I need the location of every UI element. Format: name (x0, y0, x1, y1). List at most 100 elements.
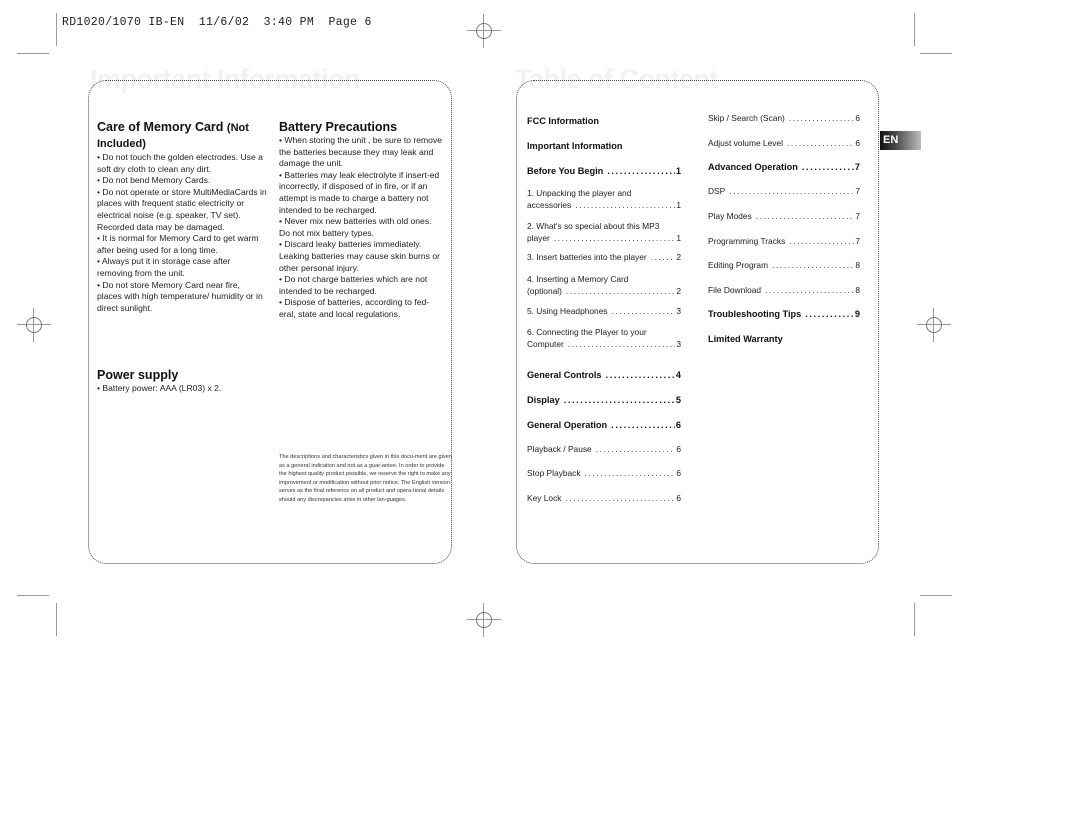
toc-entry-label: Editing Program (708, 260, 769, 270)
toc-entry[interactable]: 2. What's so special about this MP3 playe… (527, 220, 681, 243)
toc-page-number: 3 (676, 306, 681, 316)
toc-leader-dots: ........................................… (786, 138, 854, 148)
crop-mark (920, 595, 952, 596)
toc-entry-label: Play Modes (708, 211, 752, 221)
toc-entry[interactable]: Limited Warranty (708, 334, 860, 344)
crop-mark (914, 603, 915, 636)
toc-leader-dots: ........................................… (575, 199, 675, 210)
language-tab-en: EN (880, 131, 921, 150)
toc-entry-row: DSP.....................................… (708, 186, 860, 196)
toc-page-number: 3 (676, 338, 681, 349)
toc-entry[interactable]: Playback / Pause........................… (527, 444, 681, 454)
toc-entry-row: General Operation.......................… (527, 420, 681, 430)
battery-precautions-section: Battery Precautions • When storing the u… (279, 120, 443, 321)
toc-entry[interactable]: 5. Using Headphones.....................… (527, 306, 681, 316)
toc-page-number: 5 (675, 395, 681, 405)
print-slug: RD1020/1070 IB-EN 11/6/02 3:40 PM Page 6 (62, 16, 372, 29)
toc-entry[interactable]: Editing Program.........................… (708, 260, 860, 270)
toc-entry[interactable]: Important Information (527, 141, 681, 151)
toc-entry-row: Key Lock................................… (527, 493, 681, 503)
power-supply-section: Power supply • Battery power: AAA (LR03)… (97, 368, 267, 393)
toc-entry-row: Display.................................… (527, 395, 681, 405)
toc-entry-label: Limited Warranty (708, 334, 783, 344)
toc-entry-label: File Download (708, 285, 762, 295)
section-body: • Do not touch the golden electrodes. Us… (97, 152, 267, 313)
toc-leader-dots: ........................................… (789, 236, 854, 246)
toc-entry-first-line: 4. Inserting a Memory Card (527, 274, 629, 284)
toc-entry[interactable]: Adjust volume Level.....................… (708, 138, 860, 148)
toc-leader-dots: ........................................… (565, 493, 676, 503)
toc-entry-first-line: 2. What's so special about this MP3 (527, 221, 660, 231)
toc-entry-label: Computer (527, 338, 564, 349)
toc-page-number: 4 (675, 370, 681, 380)
toc-entry[interactable]: 1. Unpacking the player and accessories..… (527, 187, 681, 210)
toc-page-number: 6 (855, 113, 860, 123)
toc-entry-label: accessories (527, 199, 572, 210)
toc-leader-dots: ........................................… (607, 166, 675, 176)
registration-mark-icon (467, 603, 501, 637)
toc-entry-label: Programming Tracks (708, 236, 786, 246)
toc-entry-row: File Download...........................… (708, 285, 860, 295)
toc-entry-row: Play Modes..............................… (708, 211, 860, 221)
toc-page-number: 7 (855, 186, 860, 196)
toc-leader-dots: ........................................… (567, 338, 676, 349)
toc-entry[interactable]: Stop Playback...........................… (527, 468, 681, 478)
toc-entry-row: Editing Program.........................… (708, 260, 860, 270)
toc-entry[interactable]: DSP.....................................… (708, 186, 860, 196)
toc-entry[interactable]: General Operation.......................… (527, 420, 681, 430)
toc-page-number: 6 (676, 444, 681, 454)
crop-mark (920, 53, 952, 54)
toc-entry-row: FCC Information (527, 116, 681, 126)
toc-entry[interactable]: Key Lock................................… (527, 493, 681, 503)
section-body: • Battery power: AAA (LR03) x 2. (97, 383, 222, 393)
toc-entry-label: General Controls (527, 370, 602, 380)
toc-leader-dots: ........................................… (755, 211, 855, 221)
toc-entry-row: (optional)..............................… (527, 286, 681, 296)
toc-entry-row: Troubleshooting Tips....................… (708, 309, 860, 319)
toc-entry-label: Important Information (527, 141, 623, 151)
toc-entry[interactable]: 3. Insert batteries into the player.....… (527, 252, 681, 262)
toc-entry[interactable]: Programming Tracks......................… (708, 236, 860, 246)
toc-entry[interactable]: 4. Inserting a Memory Card (optional)....… (527, 273, 681, 296)
toc-entry-row: Skip / Search (Scan)....................… (708, 113, 860, 123)
registration-mark-icon (467, 14, 501, 48)
toc-entry-row: accessories.............................… (527, 200, 681, 210)
toc-entry[interactable]: Advanced Operation......................… (708, 162, 860, 172)
toc-leader-dots: ........................................… (772, 260, 855, 270)
toc-entry[interactable]: Display.................................… (527, 395, 681, 405)
toc-entry[interactable]: Skip / Search (Scan)....................… (708, 113, 860, 123)
toc-leader-dots: ........................................… (801, 162, 854, 172)
toc-entry-label: FCC Information (527, 116, 599, 126)
toc-entry[interactable]: 6. Connecting the Player to your Computer… (527, 326, 681, 349)
disclaimer-text: The descriptions and characteristics giv… (279, 454, 452, 503)
toc-page-number: 9 (854, 309, 860, 319)
section-body: • When storing the unit , be sure to rem… (279, 135, 443, 319)
toc-page-number: 7 (854, 162, 860, 172)
toc-entry[interactable]: FCC Information (527, 116, 681, 126)
registration-mark-icon (17, 308, 51, 342)
toc-entry-row: Limited Warranty (708, 334, 860, 344)
toc-entry-label: Key Lock (527, 493, 562, 503)
care-memory-card-section: Care of Memory Card (Not Included) • Do … (97, 120, 267, 314)
toc-entry-row: Computer................................… (527, 339, 681, 349)
toc-entry[interactable]: General Controls........................… (527, 370, 681, 380)
toc-page-number: 6 (675, 420, 681, 430)
toc-entry-label: Troubleshooting Tips (708, 309, 802, 319)
toc-entry[interactable]: Before You Begin........................… (527, 166, 681, 176)
toc-entry-row: Playback / Pause........................… (527, 444, 681, 454)
toc-leader-dots: ........................................… (563, 395, 675, 405)
crop-mark (17, 595, 49, 596)
toc-entry[interactable]: File Download...........................… (708, 285, 860, 295)
toc-entry-label: Stop Playback (527, 468, 581, 478)
toc-page-number: 1 (676, 199, 681, 210)
toc-entry-row: 3. Insert batteries into the player.....… (527, 252, 681, 262)
crop-mark (56, 603, 57, 636)
toc-page-number: 7 (855, 236, 860, 246)
toc-entry-row: Stop Playback...........................… (527, 468, 681, 478)
toc-page-number: 2 (676, 252, 681, 262)
toc-leader-dots: ........................................… (605, 370, 675, 380)
toc-entry[interactable]: Troubleshooting Tips....................… (708, 309, 860, 319)
toc-entry[interactable]: Play Modes..............................… (708, 211, 860, 221)
toc-entry-label: Adjust volume Level (708, 138, 783, 148)
toc-entry-label: 3. Insert batteries into the player (527, 252, 647, 262)
